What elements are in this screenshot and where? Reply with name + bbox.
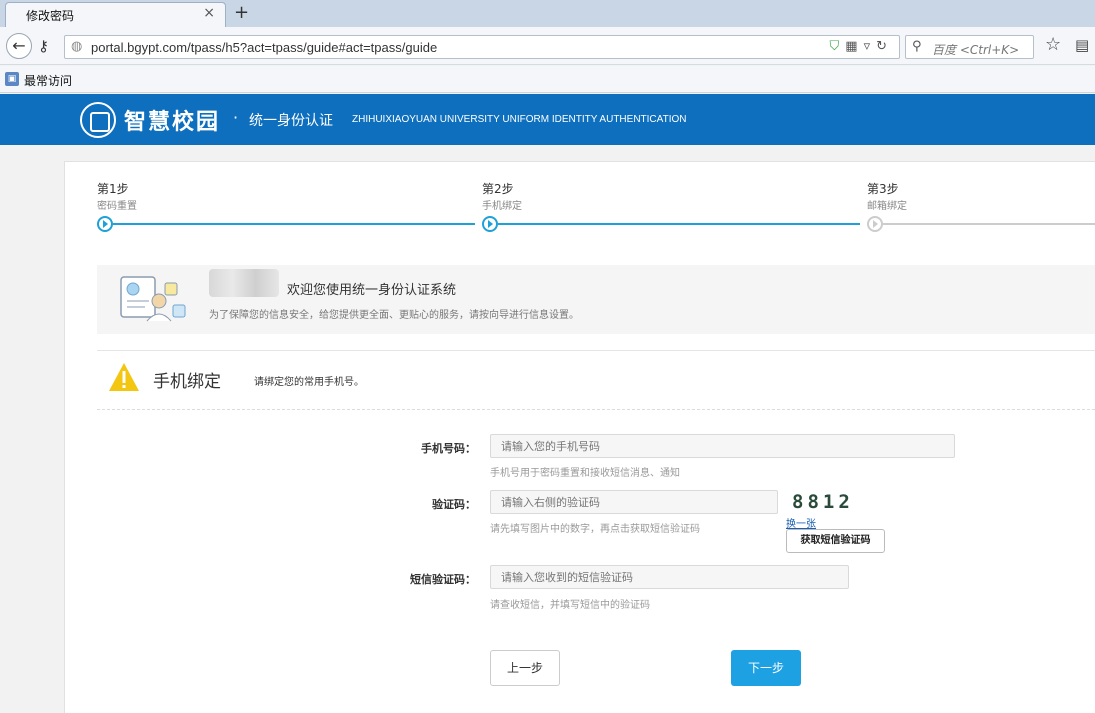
browser-tab[interactable]: 修改密码 × xyxy=(5,2,226,27)
step-3-sub: 邮箱绑定 xyxy=(867,201,907,212)
section-hint: 请绑定您的常用手机号。 xyxy=(254,377,364,388)
sms-code-label: 短信验证码： xyxy=(410,573,476,586)
key-icon[interactable]: ⚷ xyxy=(38,37,49,55)
step-3-label: 第3步 xyxy=(867,182,899,196)
get-sms-code-button[interactable]: 获取短信验证码 xyxy=(786,529,885,553)
close-tab-icon[interactable]: × xyxy=(203,5,215,21)
next-step-button[interactable]: 下一步 xyxy=(731,650,801,686)
sms-code-help: 请查收短信，并填写短信中的验证码 xyxy=(490,600,650,611)
address-bar-icons: ⛉▦▿↻ xyxy=(830,39,894,54)
bookmark-most-visited[interactable]: 最常访问 xyxy=(24,72,72,89)
step-progress-line-2 xyxy=(498,223,860,225)
sms-code-input[interactable] xyxy=(490,565,849,589)
bookmarks-bar: ▣ 最常访问 xyxy=(0,66,1095,93)
phone-label: 手机号码： xyxy=(421,442,476,455)
step-1-node-icon xyxy=(97,216,113,232)
welcome-title: 欢迎您使用统一身份认证系统 xyxy=(287,283,457,298)
dropdown-icon[interactable]: ▿ xyxy=(864,39,877,54)
step-1-sub: 密码重置 xyxy=(97,201,137,212)
back-arrow-icon: ← xyxy=(12,36,26,55)
address-bar[interactable]: ◍ portal.bgypt.com/tpass/h5?act=tpass/gu… xyxy=(64,35,900,59)
brand-subtitle: 统一身份认证 xyxy=(249,113,333,129)
section-divider xyxy=(97,350,1095,351)
qr-code-icon[interactable]: ▦ xyxy=(845,39,863,54)
globe-icon: ◍ xyxy=(71,39,83,54)
back-button[interactable]: ← xyxy=(6,33,32,59)
section-title: 手机绑定 xyxy=(153,372,221,392)
captcha-label: 验证码： xyxy=(432,498,476,511)
reload-icon[interactable]: ↻ xyxy=(876,39,893,54)
welcome-box: 欢迎您使用统一身份认证系统 为了保障您的信息安全，给您提供更全面、更贴心的服务，… xyxy=(97,265,1095,334)
captcha-help: 请先填写图片中的数字，再点击获取短信验证码 xyxy=(490,524,700,535)
bookmark-star-icon[interactable]: ☆ xyxy=(1045,34,1061,55)
welcome-description: 为了保障您的信息安全，给您提供更全面、更贴心的服务，请按向导进行信息设置。 xyxy=(209,310,579,321)
shield-icon[interactable]: ⛉ xyxy=(830,39,846,54)
search-placeholder: 百度 <Ctrl+K> xyxy=(932,43,1020,57)
previous-step-button[interactable]: 上一步 xyxy=(490,650,560,686)
school-logo-icon xyxy=(80,102,116,138)
captcha-image[interactable]: 8812 xyxy=(792,491,854,513)
warning-icon xyxy=(109,363,139,391)
tab-title: 修改密码 xyxy=(26,9,75,23)
site-header: 智慧校园 · 统一身份认证 ZHIHUIXIAOYUAN UNIVERSITY … xyxy=(0,94,1095,145)
brand-name: 智慧校园 xyxy=(124,110,221,135)
refresh-captcha-link[interactable]: 换一张 xyxy=(786,515,816,530)
captcha-input[interactable] xyxy=(490,490,778,514)
url-text[interactable]: portal.bgypt.com/tpass/h5?act=tpass/guid… xyxy=(91,40,437,55)
search-box[interactable]: ⚲ 百度 <Ctrl+K> xyxy=(905,35,1034,59)
new-tab-button[interactable]: + xyxy=(234,2,249,23)
bookmark-folder-icon: ▣ xyxy=(5,72,19,86)
browser-nav-bar: ← ⚷ ◍ portal.bgypt.com/tpass/h5?act=tpas… xyxy=(0,27,1095,65)
step-2-node-icon xyxy=(482,216,498,232)
brand-english: ZHIHUIXIAOYUAN UNIVERSITY UNIFORM IDENTI… xyxy=(352,114,687,125)
user-id-illustration-icon xyxy=(120,276,186,322)
search-icon: ⚲ xyxy=(912,39,922,54)
brand-separator: · xyxy=(233,108,239,127)
blurred-user-name xyxy=(209,269,279,297)
dashed-divider xyxy=(97,409,1095,410)
step-progress-line-3 xyxy=(883,223,1095,225)
step-3-node-icon xyxy=(867,216,883,232)
browser-tab-bar: 修改密码 × + xyxy=(0,0,1095,27)
reader-list-icon[interactable]: ▤ xyxy=(1075,36,1089,54)
step-1-label: 第1步 xyxy=(97,182,129,196)
phone-input[interactable] xyxy=(490,434,955,458)
step-progress-line-1 xyxy=(113,223,475,225)
phone-help: 手机号用于密码重置和接收短信消息、通知 xyxy=(490,468,680,479)
step-2-label: 第2步 xyxy=(482,182,514,196)
step-2-sub: 手机绑定 xyxy=(482,201,522,212)
